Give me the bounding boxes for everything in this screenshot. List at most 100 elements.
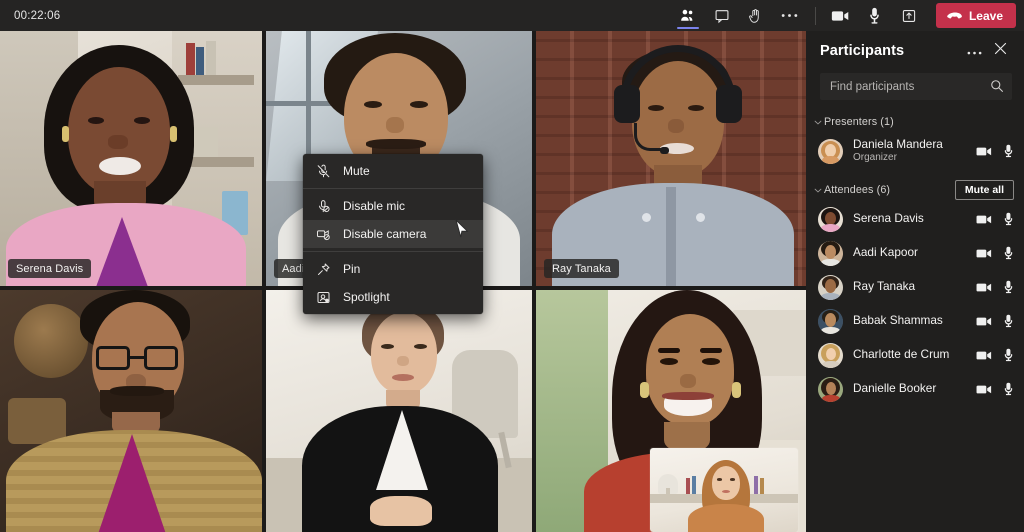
share-screen-icon	[901, 8, 917, 24]
avatar	[818, 274, 843, 300]
participant-row-icons	[976, 348, 1014, 362]
camera-toggle-button[interactable]	[824, 0, 858, 31]
camera-icon[interactable]	[976, 214, 992, 225]
chat-button[interactable]	[705, 0, 739, 31]
participant-video	[0, 290, 262, 532]
participant-row-danielle-booker[interactable]: Danielle Booker	[806, 372, 1024, 406]
panel-more-options-button[interactable]	[962, 39, 986, 63]
video-tile[interactable]	[266, 290, 532, 532]
context-menu-item-spotlight[interactable]: Spotlight	[303, 283, 483, 311]
camera-icon[interactable]	[976, 146, 992, 157]
participants-panel-header: Participants	[806, 31, 1024, 71]
camera-icon[interactable]	[976, 248, 992, 259]
participant-role: Organizer	[853, 152, 897, 164]
toolbar-divider	[814, 6, 816, 25]
toolbar-actions: Leave	[671, 0, 1024, 31]
people-icon	[679, 7, 696, 24]
context-menu-divider	[303, 188, 483, 189]
microphone-icon[interactable]	[1003, 212, 1014, 226]
participant-text: Ray Tanaka	[853, 280, 915, 294]
participant-text: Babak Shammas	[853, 314, 943, 328]
share-content-button[interactable]	[892, 0, 926, 31]
participant-name: Charlotte de Crum	[853, 347, 950, 362]
context-menu-label: Spotlight	[343, 290, 390, 304]
participant-row-charlotte-de-crum[interactable]: Charlotte de Crum	[806, 338, 1024, 372]
mute-all-button[interactable]: Mute all	[954, 180, 1014, 200]
section-label: Presenters (1)	[824, 116, 894, 128]
camera-disable-icon	[315, 227, 331, 242]
camera-icon	[831, 9, 850, 23]
people-active-indicator	[676, 26, 699, 29]
participant-video	[536, 31, 810, 286]
mic-muted-icon	[315, 164, 331, 179]
participant-row-icons	[976, 246, 1014, 260]
video-tile[interactable]	[0, 290, 262, 532]
ellipsis-icon	[967, 42, 982, 60]
chevron-down-icon	[812, 120, 824, 125]
participant-row-icons	[976, 314, 1014, 328]
microphone-icon[interactable]	[1003, 314, 1014, 328]
participant-row-serena-davis[interactable]: Serena Davis	[806, 202, 1024, 236]
participant-name: Ray Tanaka	[853, 279, 916, 294]
teams-meeting-window: 00:22:06 Leave Serena Davis Aadi Ray Tan…	[0, 0, 1024, 532]
panel-close-button[interactable]	[988, 39, 1012, 63]
microphone-icon	[868, 7, 881, 24]
close-icon	[994, 42, 1007, 60]
raise-hand-button[interactable]	[739, 0, 773, 31]
microphone-toggle-button[interactable]	[858, 0, 892, 31]
section-header-presenters[interactable]: Presenters (1)	[806, 110, 1024, 134]
participant-video	[266, 290, 532, 532]
video-tile[interactable]: Ray Tanaka	[536, 31, 810, 286]
search-input[interactable]	[820, 73, 1012, 100]
participant-row-babak-shammas[interactable]: Babak Shammas	[806, 304, 1024, 338]
participant-context-menu: Mute Disable mic Disable camera Pin Spot…	[303, 154, 483, 314]
self-view-tile[interactable]	[650, 448, 798, 532]
participant-name: Serena Davis	[853, 211, 924, 226]
tile-name-label: Ray Tanaka	[552, 262, 611, 275]
avatar	[818, 206, 843, 232]
mic-disable-icon	[315, 199, 331, 214]
microphone-icon[interactable]	[1003, 348, 1014, 362]
camera-icon[interactable]	[976, 282, 992, 293]
panel-header-actions	[962, 39, 1012, 63]
avatar	[818, 342, 843, 368]
microphone-icon[interactable]	[1003, 280, 1014, 294]
video-tile[interactable]: Serena Davis	[0, 31, 262, 286]
participant-text: Danielle Booker	[853, 382, 936, 396]
context-menu-item-disable-mic[interactable]: Disable mic	[303, 192, 483, 220]
hangup-icon	[947, 7, 963, 25]
participant-row-ray-tanaka[interactable]: Ray Tanaka	[806, 270, 1024, 304]
participants-panel: Participants Find participants Presenter…	[806, 31, 1024, 532]
section-header-attendees[interactable]: Attendees (6) Mute all	[806, 178, 1024, 202]
avatar	[818, 308, 843, 334]
context-menu-item-pin[interactable]: Pin	[303, 255, 483, 283]
tile-name-chip: Serena Davis	[8, 259, 92, 278]
microphone-icon[interactable]	[1003, 144, 1014, 158]
participant-row-icons	[976, 382, 1014, 396]
microphone-icon[interactable]	[1003, 382, 1014, 396]
microphone-icon[interactable]	[1003, 246, 1014, 260]
tile-name-label: Serena Davis	[16, 262, 84, 275]
participant-video	[0, 31, 262, 286]
participant-row-icons	[976, 280, 1014, 294]
participant-text: Aadi Kapoor	[853, 246, 918, 260]
context-menu-item-mute[interactable]: Mute	[303, 157, 483, 185]
avatar	[818, 376, 843, 402]
video-stage: Serena Davis Aadi Ray Tanaka Mute Disabl…	[0, 31, 810, 532]
camera-icon[interactable]	[976, 384, 992, 395]
camera-icon[interactable]	[976, 350, 992, 361]
more-actions-button[interactable]	[773, 0, 807, 31]
people-button[interactable]	[671, 0, 705, 31]
participant-row-icons	[976, 212, 1014, 226]
tile-name-chip: Ray Tanaka	[544, 259, 619, 278]
chat-icon	[714, 8, 730, 24]
participant-text: Serena Davis	[853, 212, 924, 226]
leave-button[interactable]: Leave	[935, 3, 1016, 28]
context-menu-item-disable-camera[interactable]: Disable camera	[303, 220, 483, 248]
camera-icon[interactable]	[976, 316, 992, 327]
participant-row-aadi-kapoor[interactable]: Aadi Kapoor	[806, 236, 1024, 270]
spotlight-icon	[315, 290, 331, 305]
meeting-toolbar: 00:22:06 Leave	[0, 0, 1024, 31]
leave-button-label: Leave	[968, 8, 1003, 23]
participant-row-daniela-mandera[interactable]: Daniela Mandera Organizer	[806, 134, 1024, 168]
